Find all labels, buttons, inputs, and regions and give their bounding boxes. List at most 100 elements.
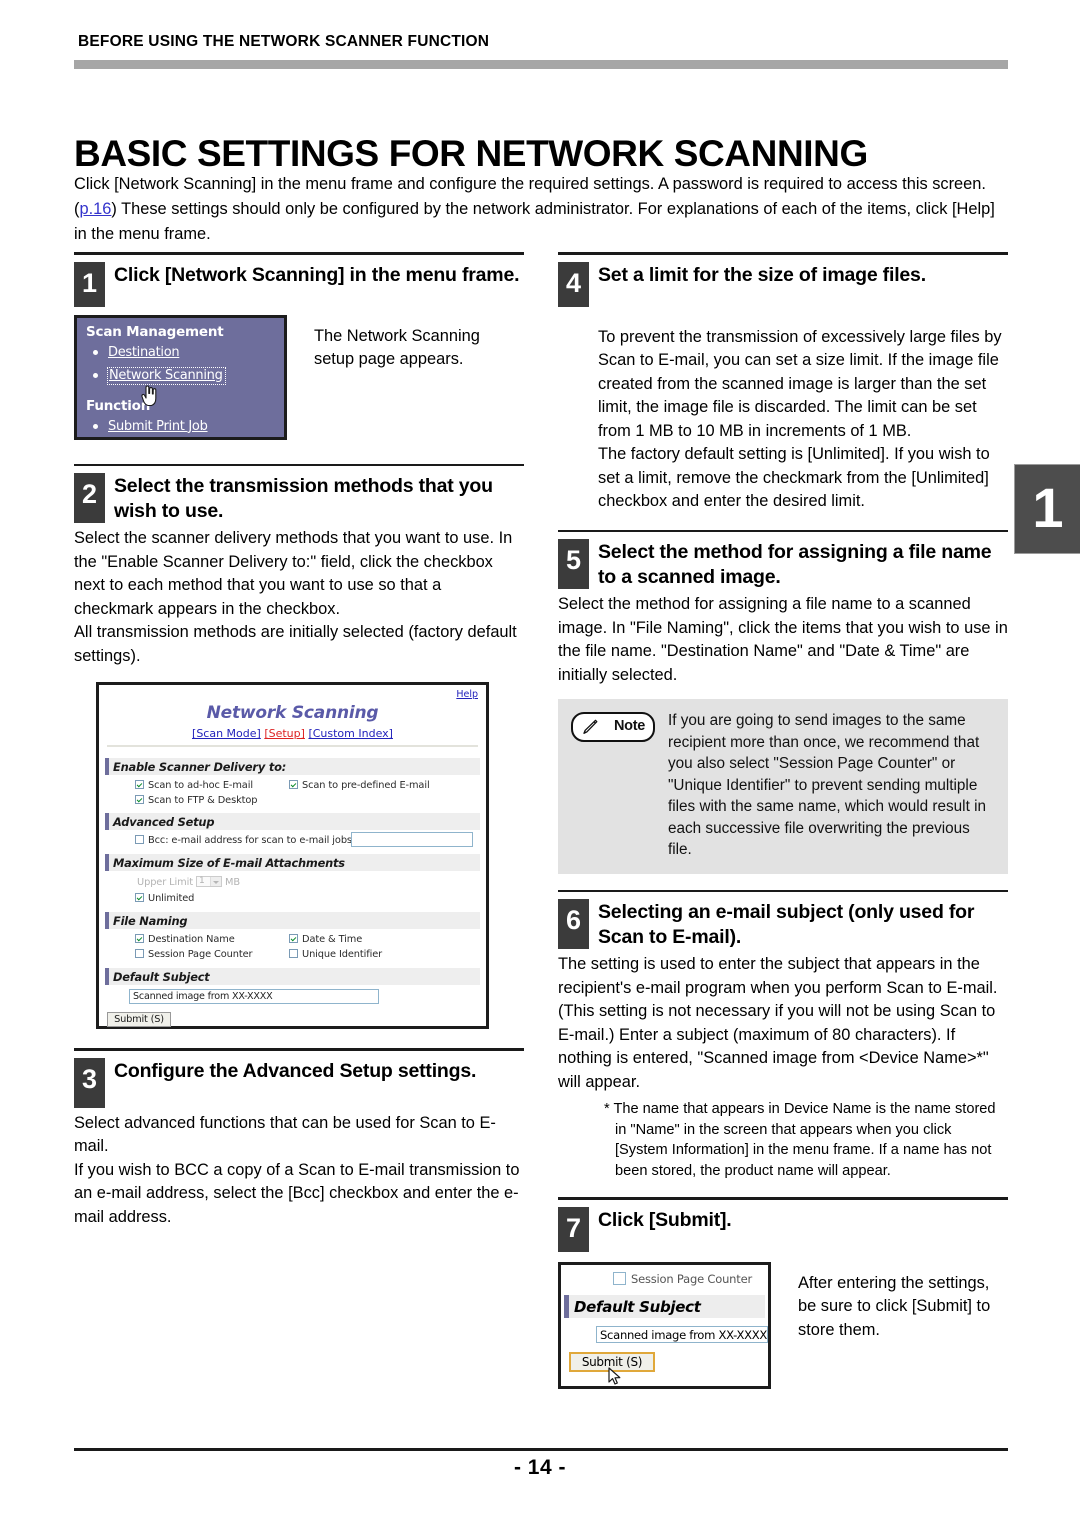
checkbox-label: Destination Name xyxy=(148,934,235,945)
section-enable-label: Enable Scanner Delivery to: xyxy=(113,760,287,774)
step-5-number: 5 xyxy=(558,539,589,589)
arrow-cursor-icon xyxy=(608,1366,621,1385)
step-7-rule xyxy=(558,1197,1008,1200)
step-3-body: Select advanced functions that can be us… xyxy=(74,1112,524,1230)
default-subject-value: Scanned image from XX-XXXX xyxy=(133,991,273,1002)
step-7-heading: 7 Click [Submit]. xyxy=(558,1206,1008,1252)
step-4-heading: 4 Set a limit for the size of image file… xyxy=(558,261,1008,307)
menu-item-destination-label: Destination xyxy=(108,344,180,360)
step-6-title: Selecting an e-mail subject (only used f… xyxy=(598,901,975,948)
bullet-icon xyxy=(93,349,98,355)
step-5-heading: 5 Select the method for assigning a file… xyxy=(558,539,1008,589)
checkbox-icon xyxy=(135,835,144,844)
step-2-number: 2 xyxy=(74,473,105,523)
checkbox-label: Date & Time xyxy=(302,934,363,945)
checkbox-icon xyxy=(135,795,144,804)
tab-setup[interactable]: [Setup] xyxy=(264,727,305,740)
checkbox-label: Session Page Counter xyxy=(631,1271,752,1286)
note-badge: Note xyxy=(571,712,655,742)
checkbox-label: Scan to FTP & Desktop xyxy=(148,795,258,806)
step-6-body: The setting is used to enter the subject… xyxy=(558,953,1008,1094)
setup-shot-divider xyxy=(107,745,478,747)
submit-screenshot: Session Page Counter Default Subject Sca… xyxy=(558,1261,771,1389)
step-6: 6 Selecting an e-mail subject (only used… xyxy=(558,889,1008,1182)
checkbox-date-time[interactable]: Date & Time xyxy=(289,934,362,945)
page-reference-link[interactable]: p.16 xyxy=(79,200,111,218)
section-default-subject: Default Subject xyxy=(564,1294,765,1318)
checkbox-scan-to-predefined-email[interactable]: Scan to pre-defined E-mail xyxy=(289,780,430,791)
upper-limit-unit: MB xyxy=(225,877,240,888)
checkbox-unique-identifier[interactable]: Unique Identifier xyxy=(289,949,382,960)
tab-custom-index[interactable]: [Custom Index] xyxy=(308,727,393,740)
section-file-naming-label: File Naming xyxy=(113,914,188,928)
section-accent-bar xyxy=(105,968,109,985)
checkbox-destination-name[interactable]: Destination Name xyxy=(135,934,235,945)
page-title: BASIC SETTINGS FOR NETWORK SCANNING xyxy=(74,132,868,174)
network-scanning-setup-screenshot: Help Network Scanning [Scan Mode] [Setup… xyxy=(96,682,489,1029)
step-4-para-2: The factory default setting is [Unlimite… xyxy=(598,445,990,510)
step-2-para-1: Select the scanner delivery methods that… xyxy=(74,529,513,618)
step-3-heading: 3 Configure the Advanced Setup settings. xyxy=(74,1057,524,1108)
checkbox-icon xyxy=(135,893,144,902)
step-3-para-1: Select advanced functions that can be us… xyxy=(74,1113,496,1156)
help-link[interactable]: Help xyxy=(456,689,478,700)
checkbox-label: Session Page Counter xyxy=(148,949,253,960)
default-subject-input[interactable]: Scanned image from XX-XXXX xyxy=(129,989,379,1004)
left-column: 1 Click [Network Scanning] in the menu f… xyxy=(74,252,524,1229)
submit-button[interactable]: Submit (S) xyxy=(107,1012,171,1027)
scan-management-heading: Scan Management xyxy=(86,323,224,340)
step-2-title: Select the transmission methods that you… xyxy=(114,475,493,522)
footer-rule xyxy=(74,1448,1008,1451)
step-3-para-2: If you wish to BCC a copy of a Scan to E… xyxy=(74,1160,520,1226)
checkbox-icon xyxy=(135,949,144,958)
default-subject-input[interactable]: Scanned image from XX-XXXX xyxy=(596,1325,768,1343)
checkbox-scan-to-ftp-desktop[interactable]: Scan to FTP & Desktop xyxy=(135,795,258,806)
default-subject-value: Scanned image from XX-XXXX xyxy=(600,1327,768,1342)
running-header: BEFORE USING THE NETWORK SCANNER FUNCTIO… xyxy=(78,33,490,50)
checkbox-label: Bcc: e-mail address for scan to e-mail j… xyxy=(148,835,352,846)
checkbox-unlimited[interactable]: Unlimited xyxy=(135,893,194,904)
step-3-rule xyxy=(74,1048,524,1051)
menu-item-network-scanning[interactable]: Network Scanning xyxy=(93,366,226,385)
section-accent-bar xyxy=(564,1294,569,1318)
right-column: 4 Set a limit for the size of image file… xyxy=(558,252,1008,1402)
checkbox-icon xyxy=(289,949,298,958)
step-3: 3 Configure the Advanced Setup settings.… xyxy=(74,1048,524,1229)
checkbox-icon xyxy=(135,780,144,789)
section-default-subject: Default Subject xyxy=(105,967,480,985)
step-2: 2 Select the transmission methods that y… xyxy=(74,463,524,1029)
step-7-title: Click [Submit]. xyxy=(598,1208,732,1231)
section-accent-bar xyxy=(105,758,109,775)
step-4-para-1: To prevent the transmission of excessive… xyxy=(598,327,1002,440)
intro-paragraph: Click [Network Scanning] in the menu fra… xyxy=(74,172,1009,247)
upper-limit-select[interactable]: 1 xyxy=(195,876,222,887)
step-1: 1 Click [Network Scanning] in the menu f… xyxy=(74,252,524,455)
hand-cursor-icon xyxy=(141,384,157,406)
step-1-number: 1 xyxy=(74,261,105,307)
checkbox-session-page-counter[interactable]: Session Page Counter xyxy=(613,1271,752,1286)
menu-frame-screenshot: Scan Management Destination Network Scan… xyxy=(74,314,287,440)
section-max-size-label: Maximum Size of E-mail Attachments xyxy=(113,856,345,870)
step-5-rule xyxy=(558,529,1008,532)
step-4-number: 4 xyxy=(558,261,589,307)
step-5-body: Select the method for assigning a file n… xyxy=(558,593,1008,687)
section-accent-bar xyxy=(105,912,109,929)
menu-item-submit-print-job[interactable]: Submit Print Job xyxy=(93,419,208,434)
checkbox-session-page-counter[interactable]: Session Page Counter xyxy=(135,949,253,960)
step-4-body: To prevent the transmission of excessive… xyxy=(598,326,1008,514)
section-advanced-label: Advanced Setup xyxy=(113,815,215,829)
section-default-subject-label: Default Subject xyxy=(113,970,210,984)
step-7: 7 Click [Submit]. Session Page Counter D… xyxy=(558,1197,1008,1402)
step-3-title: Configure the Advanced Setup settings. xyxy=(114,1059,477,1082)
checkbox-label: Scan to ad-hoc E-mail xyxy=(148,780,253,791)
step-4-title: Set a limit for the size of image files. xyxy=(598,263,926,286)
checkbox-label: Unlimited xyxy=(148,893,195,904)
checkbox-bcc-address[interactable]: Bcc: e-mail address for scan to e-mail j… xyxy=(135,835,352,846)
checkbox-scan-to-adhoc-email[interactable]: Scan to ad-hoc E-mail xyxy=(135,780,253,791)
menu-item-destination[interactable]: Destination xyxy=(93,344,180,360)
tab-scan-mode[interactable]: [Scan Mode] xyxy=(192,727,261,740)
step-1-heading: 1 Click [Network Scanning] in the menu f… xyxy=(74,261,524,307)
step-6-number: 6 xyxy=(558,899,589,949)
header-rule xyxy=(74,60,1008,69)
bcc-address-input[interactable] xyxy=(351,832,473,847)
